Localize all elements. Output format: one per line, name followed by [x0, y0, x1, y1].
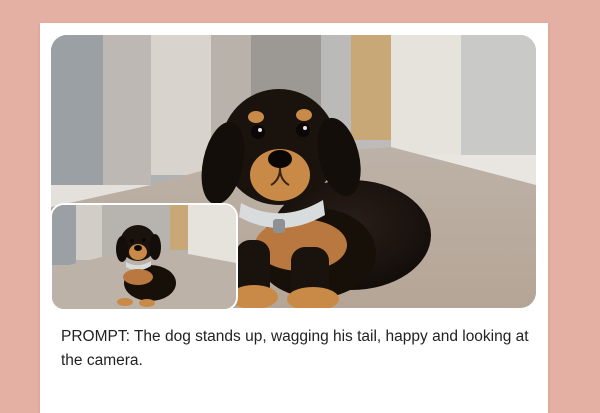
prompt-body: The dog stands up, wagging his tail, hap… — [61, 328, 529, 369]
prompt-label: PROMPT: — [61, 328, 130, 345]
puppy-thumbnail-photo — [52, 205, 236, 309]
prompt-text: PROMPT: The dog stands up, wagging his t… — [61, 325, 531, 373]
reference-image-thumbnail[interactable] — [50, 203, 238, 311]
content-card: PROMPT: The dog stands up, wagging his t… — [40, 23, 548, 413]
